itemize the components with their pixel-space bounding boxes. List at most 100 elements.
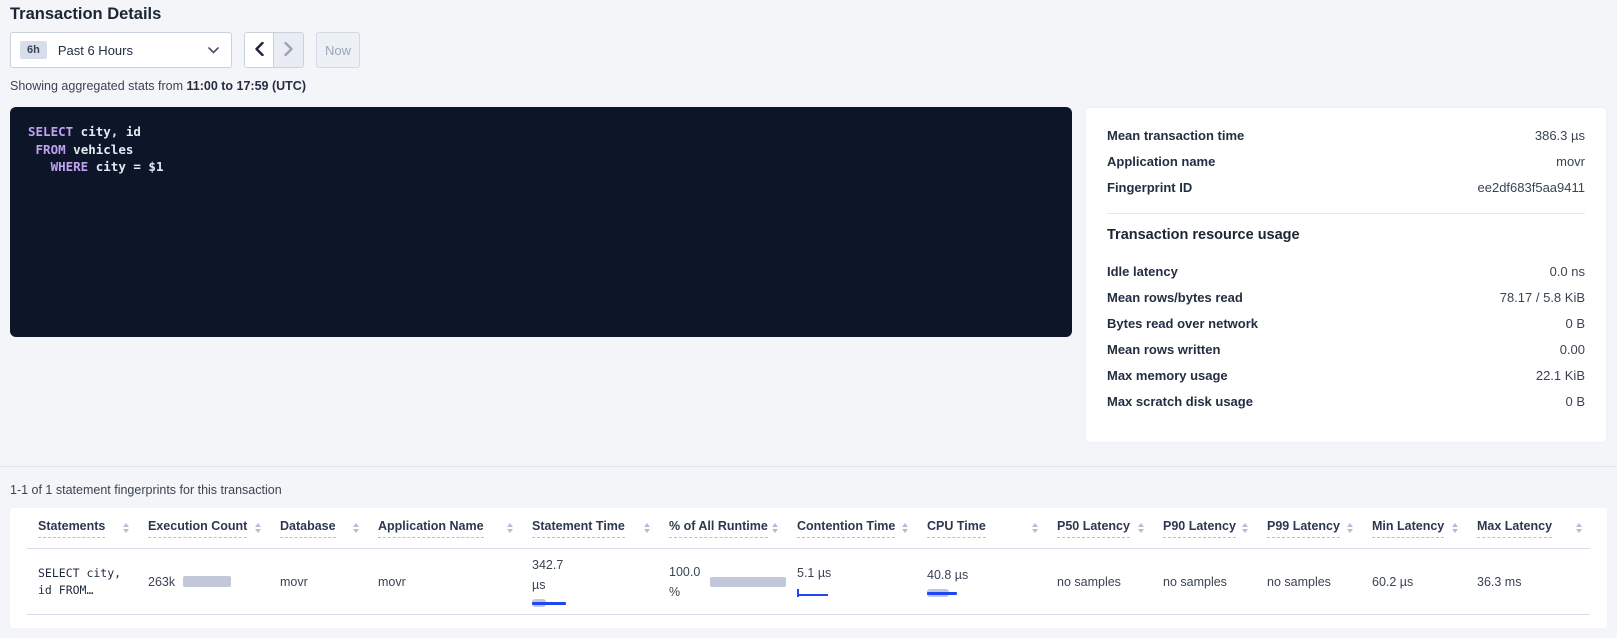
chevron-right-icon xyxy=(284,42,293,59)
summary-value: 22.1 KiB xyxy=(1536,368,1585,383)
column-header-application-name[interactable]: Application Name xyxy=(367,519,521,538)
summary-value: 0.0 ns xyxy=(1550,264,1585,279)
cell-statement-time: 342.7 µs xyxy=(521,555,658,608)
aggregation-range-prefix: Showing aggregated stats from xyxy=(10,79,187,93)
statements-table: Statements Execution Count Database Appl… xyxy=(10,508,1607,628)
cell-p99-latency: no samples xyxy=(1256,575,1361,589)
summary-label: Max memory usage xyxy=(1107,368,1228,383)
pct-runtime-bar xyxy=(710,577,786,587)
next-time-button[interactable] xyxy=(274,33,303,67)
table-row[interactable]: SELECT city, id FROM… 263k movr movr 342… xyxy=(27,549,1590,615)
summary-label: Bytes read over network xyxy=(1107,316,1258,331)
sql-statement-box: SELECT city, id FROM vehicles WHERE city… xyxy=(10,107,1072,337)
column-header-database[interactable]: Database xyxy=(269,519,367,538)
sort-icon[interactable] xyxy=(902,523,908,533)
column-header-p50-latency[interactable]: P50 Latency xyxy=(1046,519,1152,538)
resource-usage-heading: Transaction resource usage xyxy=(1107,227,1585,243)
column-header-min-latency[interactable]: Min Latency xyxy=(1361,519,1466,538)
page-title: Transaction Details xyxy=(10,5,161,24)
cell-max-latency: 36.3 ms xyxy=(1466,575,1590,589)
sort-icon[interactable] xyxy=(1452,523,1458,533)
summary-row: Mean transaction time 386.3 µs xyxy=(1107,122,1585,148)
summary-value: 0.00 xyxy=(1560,342,1585,357)
sort-icon[interactable] xyxy=(1347,523,1353,533)
cpu-time-bar xyxy=(927,589,963,598)
summary-label: Mean rows written xyxy=(1107,342,1220,357)
summary-label: Idle latency xyxy=(1107,264,1178,279)
chevron-left-icon xyxy=(255,42,264,59)
summary-value: ee2df683f5aa9411 xyxy=(1478,180,1585,195)
summary-value: 0 B xyxy=(1565,394,1585,409)
sort-icon[interactable] xyxy=(1032,523,1038,533)
aggregation-range-text: Showing aggregated stats from 11:00 to 1… xyxy=(10,79,306,93)
summary-label: Mean rows/bytes read xyxy=(1107,290,1243,305)
summary-divider xyxy=(1107,213,1585,214)
now-button[interactable]: Now xyxy=(316,32,360,68)
transaction-summary-panel: Mean transaction time 386.3 µs Applicati… xyxy=(1085,107,1607,443)
column-header-execution-count[interactable]: Execution Count xyxy=(137,519,269,538)
chevron-down-icon xyxy=(208,41,219,59)
column-header-p99-latency[interactable]: P99 Latency xyxy=(1256,519,1361,538)
summary-value: 386.3 µs xyxy=(1535,128,1585,143)
sql-line: FROM vehicles xyxy=(28,141,1054,159)
contention-time-bar xyxy=(797,589,828,598)
summary-label: Application name xyxy=(1107,154,1215,169)
time-step-buttons xyxy=(244,32,304,68)
time-range-badge: 6h xyxy=(20,41,47,59)
cell-execution-count: 263k xyxy=(137,575,269,589)
sort-icon[interactable] xyxy=(123,523,129,533)
sort-icon[interactable] xyxy=(1576,523,1582,533)
column-header-contention-time[interactable]: Contention Time xyxy=(786,519,916,538)
time-range-dropdown[interactable]: 6h Past 6 Hours xyxy=(10,32,232,68)
cell-statements: SELECT city, id FROM… xyxy=(27,565,137,599)
sql-line: WHERE city = $1 xyxy=(28,158,1054,176)
aggregation-range-value: 11:00 to 17:59 (UTC) xyxy=(187,79,306,93)
summary-row: Max scratch disk usage 0 B xyxy=(1107,388,1585,414)
summary-row: Bytes read over network 0 B xyxy=(1107,310,1585,336)
cell-p90-latency: no samples xyxy=(1152,575,1256,589)
summary-label: Fingerprint ID xyxy=(1107,180,1192,195)
summary-row: Mean rows written 0.00 xyxy=(1107,336,1585,362)
summary-value: 0 B xyxy=(1565,316,1585,331)
summary-value: movr xyxy=(1556,154,1585,169)
sort-icon[interactable] xyxy=(255,523,261,533)
sort-icon[interactable] xyxy=(644,523,650,533)
sort-icon[interactable] xyxy=(507,523,513,533)
sort-icon[interactable] xyxy=(353,523,359,533)
column-header-cpu-time[interactable]: CPU Time xyxy=(916,519,1046,538)
summary-row: Fingerprint ID ee2df683f5aa9411 xyxy=(1107,174,1585,200)
summary-label: Mean transaction time xyxy=(1107,128,1244,143)
cell-pct-of-all-runtime: 100.0 % xyxy=(658,562,786,602)
column-header-max-latency[interactable]: Max Latency xyxy=(1466,519,1590,538)
summary-row: Mean rows/bytes read 78.17 / 5.8 KiB xyxy=(1107,284,1585,310)
time-range-label: Past 6 Hours xyxy=(58,43,208,58)
cell-p50-latency: no samples xyxy=(1046,575,1152,589)
sort-icon[interactable] xyxy=(1242,523,1248,533)
cell-application-name: movr xyxy=(367,575,521,589)
statement-fingerprint-link[interactable]: SELECT city, id FROM… xyxy=(38,565,137,599)
summary-row: Application name movr xyxy=(1107,148,1585,174)
column-header-statement-time[interactable]: Statement Time xyxy=(521,519,658,538)
summary-row: Idle latency 0.0 ns xyxy=(1107,258,1585,284)
sort-icon[interactable] xyxy=(1138,523,1144,533)
execution-count-bar xyxy=(183,576,231,587)
transaction-details-page: Transaction Details 6h Past 6 Hours Now xyxy=(0,0,1617,638)
time-controls: 6h Past 6 Hours Now xyxy=(10,32,360,68)
summary-row: Max memory usage 22.1 KiB xyxy=(1107,362,1585,388)
sql-line: SELECT city, id xyxy=(28,123,1054,141)
statements-table-header: Statements Execution Count Database Appl… xyxy=(27,508,1590,549)
cell-cpu-time: 40.8 µs xyxy=(916,565,1046,598)
column-header-pct-of-all-runtime[interactable]: % of All Runtime xyxy=(658,519,786,538)
previous-time-button[interactable] xyxy=(245,33,274,67)
column-header-statements[interactable]: Statements xyxy=(27,519,137,538)
cell-contention-time: 5.1 µs xyxy=(786,566,916,598)
cell-min-latency: 60.2 µs xyxy=(1361,575,1466,589)
statements-count-caption: 1-1 of 1 statement fingerprints for this… xyxy=(10,483,282,497)
section-divider xyxy=(0,466,1617,467)
column-header-p90-latency[interactable]: P90 Latency xyxy=(1152,519,1256,538)
sort-icon[interactable] xyxy=(772,523,778,533)
statement-time-bar xyxy=(532,599,572,608)
cell-database: movr xyxy=(269,575,367,589)
summary-label: Max scratch disk usage xyxy=(1107,394,1253,409)
summary-value: 78.17 / 5.8 KiB xyxy=(1500,290,1585,305)
